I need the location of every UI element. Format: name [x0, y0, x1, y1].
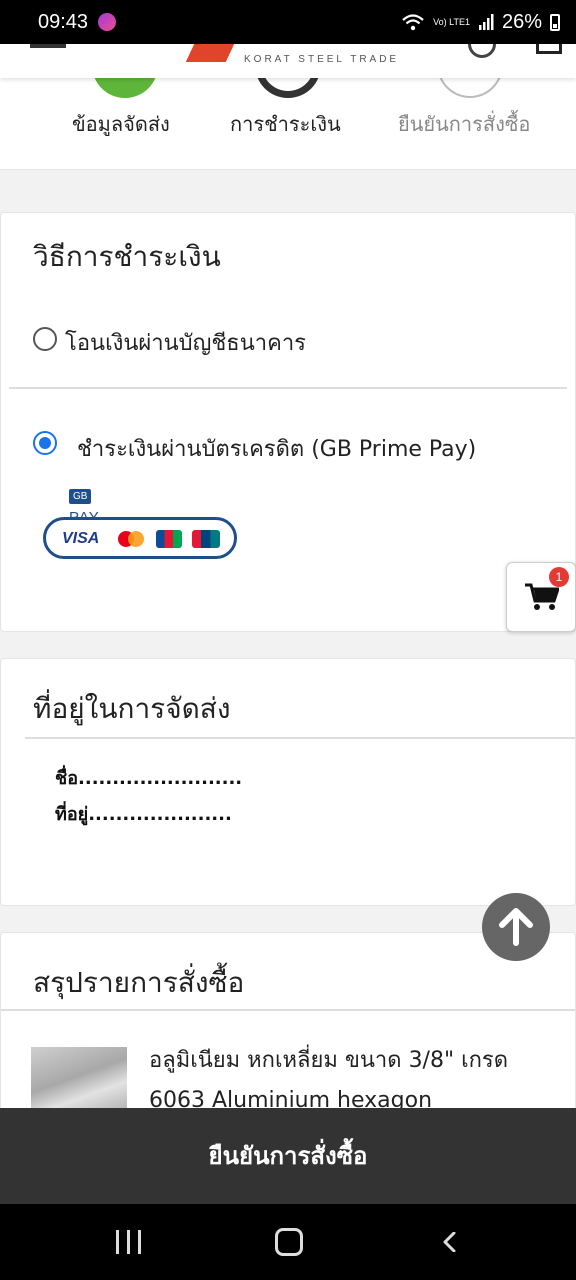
cart-count-badge: 1: [549, 567, 569, 587]
address-detail-line: ที่อยู่.....................: [55, 804, 232, 825]
checkout-steps: ข้อมูลจัดส่ง การชำระเงิน ยืนยันการสั่งซื…: [0, 48, 576, 170]
order-summary-card: สรุปรายการสั่งซื้อ อลูมิเนียม หกเหลี่ยม …: [0, 932, 576, 1132]
payment-method-card: วิธีการชำระเงิน โอนเงินผ่านบัญชีธนาคาร ช…: [0, 212, 576, 632]
visa-logo: VISA: [62, 530, 100, 547]
menu-icon[interactable]: [30, 44, 66, 48]
back-to-top-button[interactable]: [482, 893, 550, 961]
arrow-up-icon: [499, 908, 533, 946]
bank-transfer-label[interactable]: โอนเงินผ่านบัญชีธนาคาร: [65, 325, 306, 360]
floating-cart-button[interactable]: 1: [506, 562, 576, 632]
card-brands-pill: VISA: [43, 517, 237, 559]
step-payment-label: การชำระเงิน: [230, 112, 341, 136]
confirm-order-button[interactable]: ยืนยันการสั่งซื้อ: [0, 1108, 576, 1204]
summary-divider: [1, 1009, 575, 1011]
shipping-address-title: ที่อยู่ในการจัดส่ง: [33, 692, 231, 725]
notification-app-icon: [98, 13, 117, 31]
shipping-address-card: ที่อยู่ในการจัดส่ง ชื่อ.................…: [0, 658, 576, 906]
jcb-icon: [156, 530, 182, 548]
wifi-icon: [402, 14, 424, 31]
home-icon[interactable]: [275, 1228, 303, 1256]
mastercard-icon: [118, 531, 146, 547]
gb-badge: GB: [69, 489, 92, 504]
battery-percent: 26%: [501, 10, 542, 33]
status-bar: 09:43 Vo) LTE1 26%: [0, 0, 576, 44]
payment-method-title: วิธีการชำระเงิน: [33, 240, 221, 273]
battery-icon: [550, 13, 560, 31]
shopping-cart-icon: [525, 583, 559, 610]
cart-icon[interactable]: [536, 44, 562, 54]
address-name-line: ชื่อ........................: [55, 768, 243, 789]
step-confirm-label: ยืนยันการสั่งซื้อ: [398, 112, 531, 136]
gb-prime-pay-logo: GB PAY VISA: [43, 489, 239, 561]
step-shipping-label: ข้อมูลจัดส่ง: [72, 112, 170, 136]
recent-apps-icon[interactable]: [116, 1230, 142, 1254]
network-type: Vo) LTE1: [433, 17, 470, 27]
unionpay-icon: [192, 530, 220, 548]
bank-transfer-radio[interactable]: [33, 327, 57, 351]
order-summary-title: สรุปรายการสั่งซื้อ: [33, 966, 245, 999]
status-indicators: Vo) LTE1 26%: [401, 11, 560, 34]
option-divider: [9, 387, 567, 389]
back-icon[interactable]: [440, 1232, 460, 1252]
credit-card-radio[interactable]: [33, 431, 57, 455]
search-icon[interactable]: [468, 44, 496, 58]
site-header: KORAT STEEL TRADE: [0, 44, 576, 78]
logo-mark[interactable]: [185, 44, 235, 62]
address-divider: [25, 737, 575, 739]
logo-text[interactable]: KORAT STEEL TRADE: [244, 54, 399, 65]
status-time: 09:43: [38, 10, 89, 33]
signal-icon: [478, 14, 494, 30]
credit-card-label[interactable]: ชำระเงินผ่านบัตรเครดิต (GB Prime Pay): [77, 431, 476, 466]
system-nav-bar: [0, 1204, 576, 1280]
